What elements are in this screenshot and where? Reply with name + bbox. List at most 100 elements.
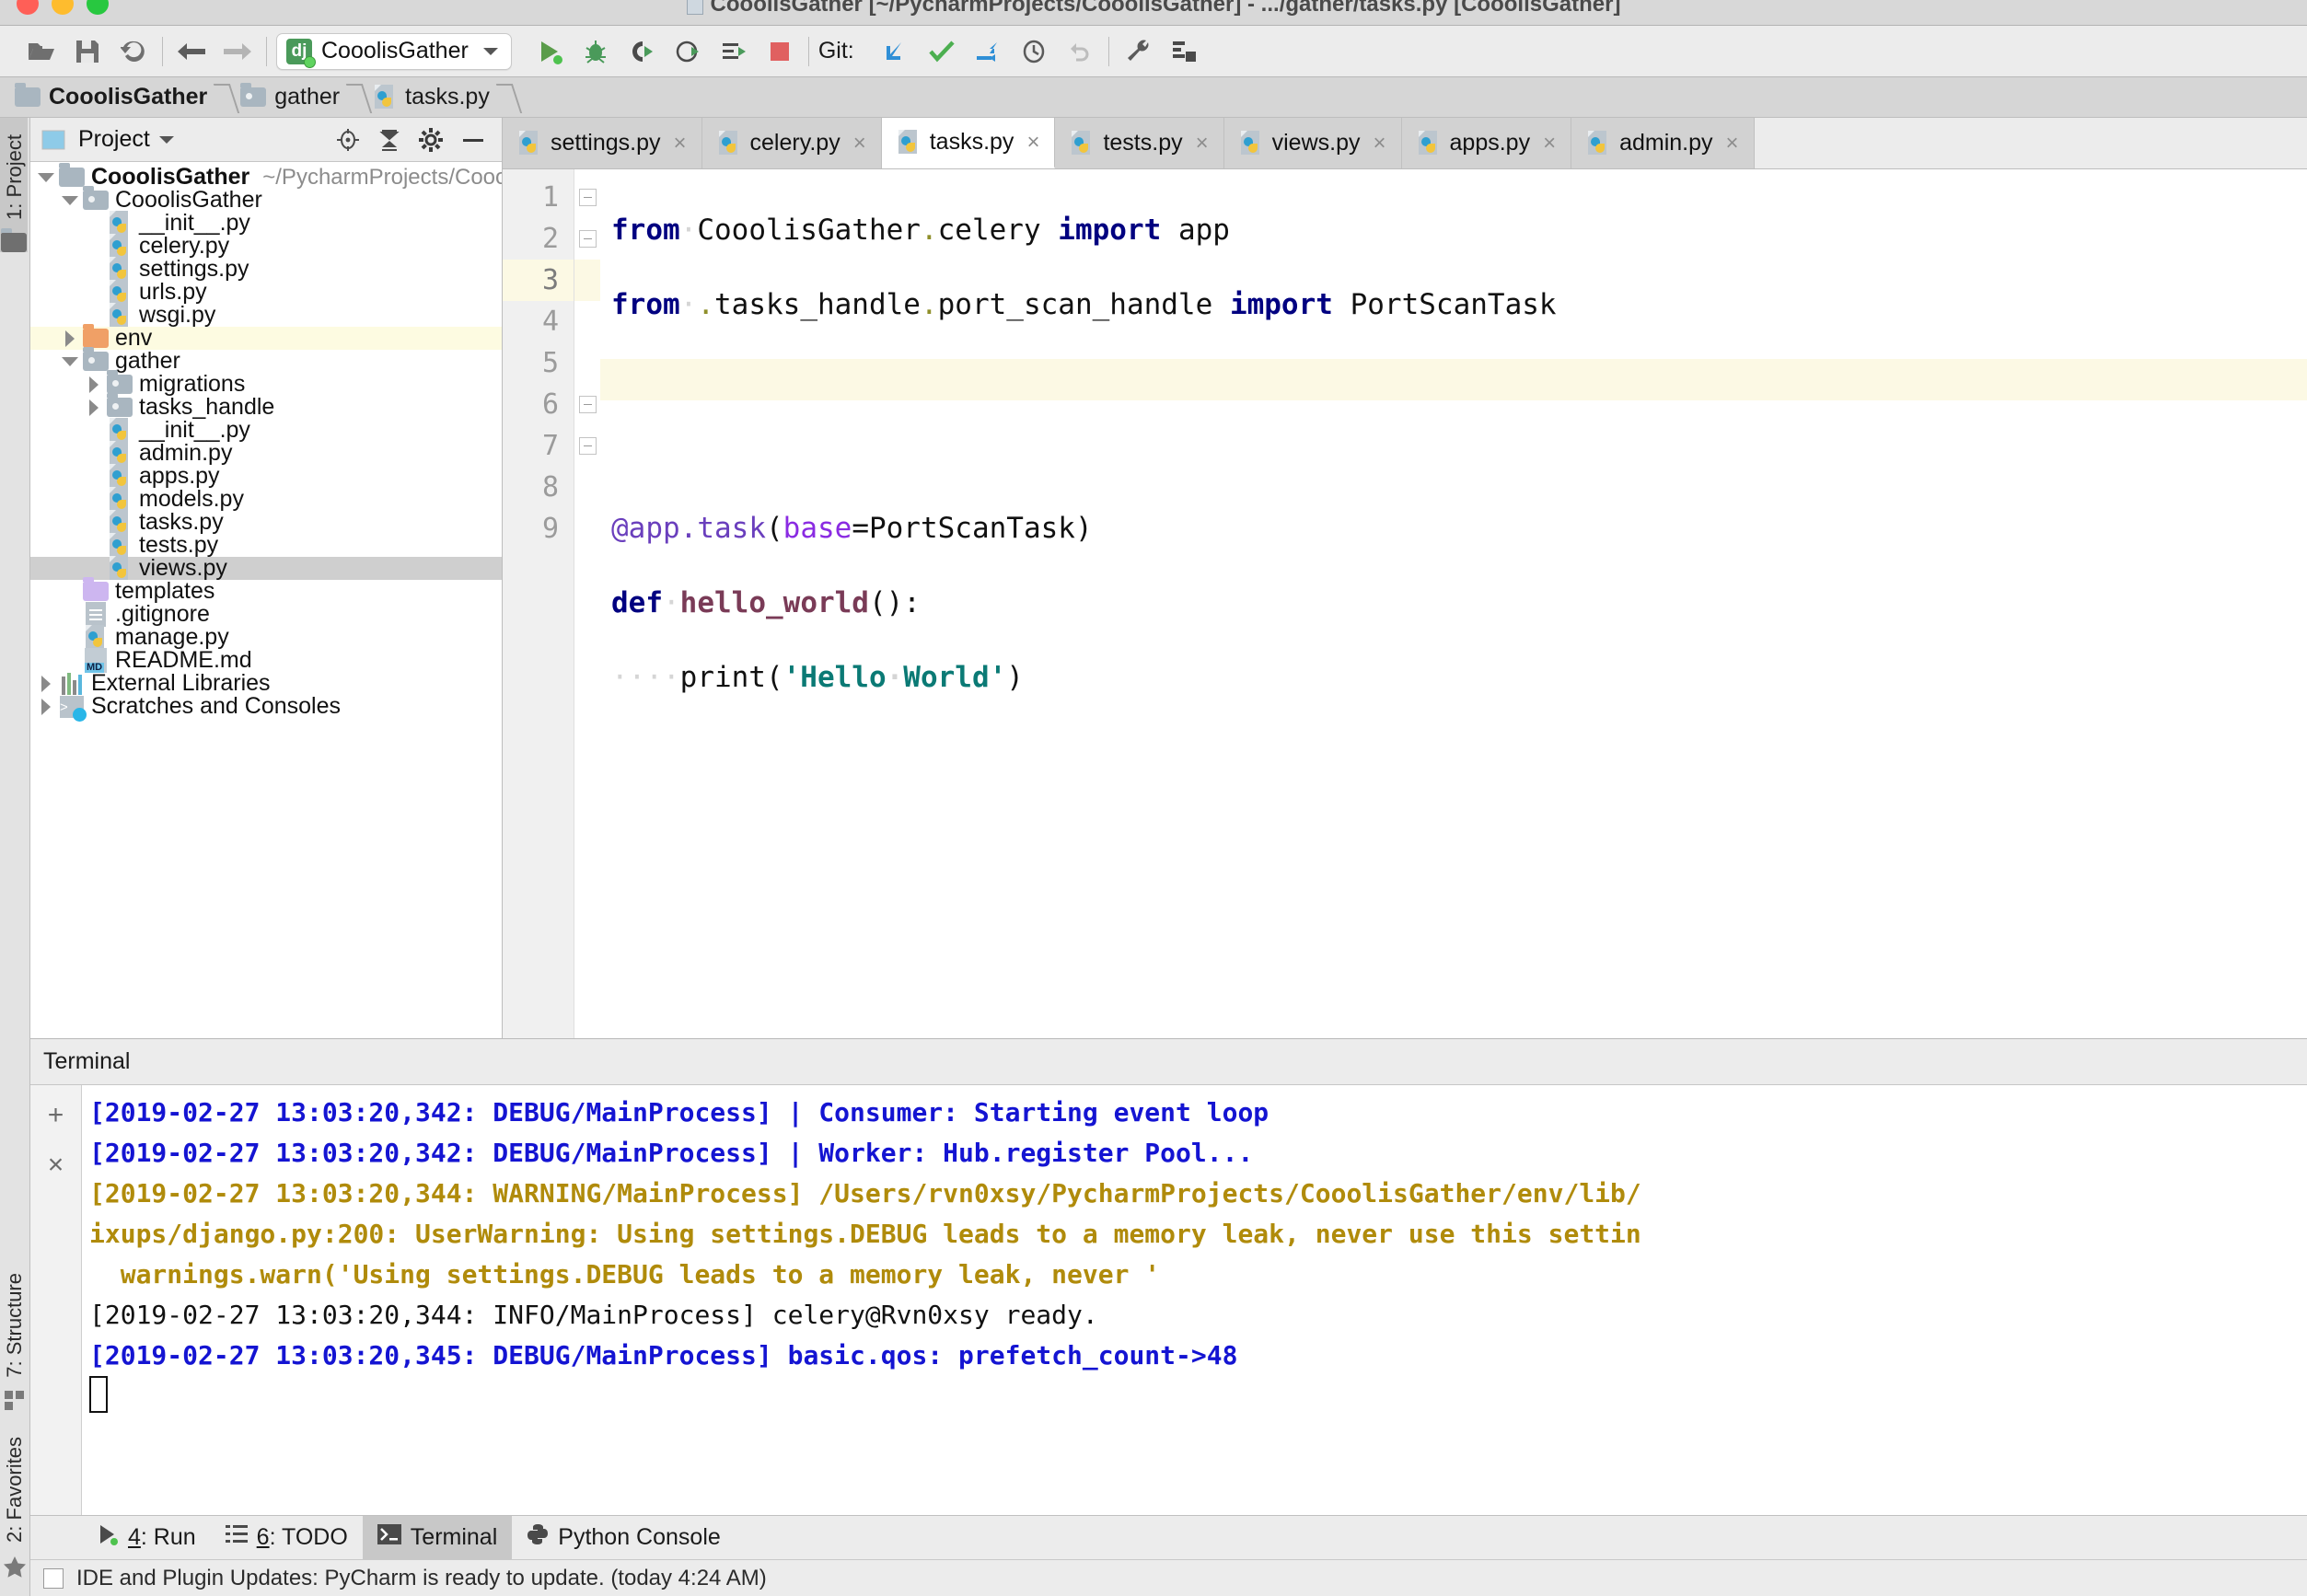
chevron-right-icon[interactable] <box>82 376 106 393</box>
new-terminal-session-button[interactable]: + <box>48 1100 64 1131</box>
tree-item--init-py[interactable]: __init__.py <box>30 417 502 442</box>
tree-item-apps-py[interactable]: apps.py <box>30 463 502 488</box>
tree-item-label: views.py <box>139 555 227 581</box>
text-file-icon <box>82 602 110 627</box>
sidebar-item-favorites[interactable]: 2: Favorites <box>0 1428 29 1552</box>
sidebar-item-project[interactable]: 1: Project <box>0 125 29 229</box>
tree-item--init-py[interactable]: __init__.py <box>30 210 502 235</box>
collapse-fold-icon[interactable] <box>578 189 597 206</box>
close-icon[interactable]: × <box>1543 131 1556 156</box>
tool-window-button-6-todo[interactable]: 6: TODO <box>211 1516 363 1560</box>
chevron-down-icon[interactable] <box>482 47 498 55</box>
terminal-title: Terminal <box>43 1048 131 1074</box>
tree-item-templates[interactable]: templates <box>30 577 502 603</box>
project-tree[interactable]: CooolisGather~/PycharmProjects/CooolisGa… <box>30 162 502 1038</box>
debug-icon[interactable] <box>580 36 611 67</box>
tree-item-urls-py[interactable]: urls.py <box>30 279 502 304</box>
collapse-fold-icon[interactable] <box>578 396 597 413</box>
settings-wrench-icon[interactable] <box>1122 36 1154 67</box>
editor-tab-celery-py[interactable]: celery.py × <box>701 118 882 168</box>
fold-marker[interactable] <box>574 384 600 425</box>
tree-item-cooolisgather[interactable]: CooolisGather ~/PycharmProjects/CooolisGa… <box>30 163 502 189</box>
breadcrumb-item-0[interactable]: CooolisGather <box>15 83 211 110</box>
open-folder-icon[interactable] <box>26 36 57 67</box>
close-icon[interactable]: × <box>1196 131 1209 156</box>
close-icon[interactable]: × <box>1726 131 1739 156</box>
fold-marker[interactable] <box>574 218 600 260</box>
forward-arrow-icon[interactable] <box>222 36 253 67</box>
chevron-right-icon[interactable] <box>34 698 58 715</box>
gear-icon[interactable] <box>419 127 443 152</box>
run-with-console-icon[interactable] <box>718 36 749 67</box>
tree-item--gitignore[interactable]: .gitignore <box>30 602 502 627</box>
tree-item-cooolisgather[interactable]: CooolisGather <box>30 186 502 212</box>
tree-item-settings-py[interactable]: settings.py <box>30 256 502 281</box>
tree-item-wsgi-py[interactable]: wsgi.py <box>30 302 502 327</box>
status-checkbox-icon[interactable] <box>43 1567 64 1589</box>
breadcrumb-item-2[interactable]: tasks.py <box>373 84 493 110</box>
editor-tab-settings-py[interactable]: settings.py × <box>503 118 702 168</box>
editor-tab-tasks-py[interactable]: tasks.py × <box>881 118 1056 168</box>
profile-icon[interactable] <box>672 36 703 67</box>
collapse-fold-icon[interactable] <box>578 230 597 248</box>
save-all-icon[interactable] <box>72 36 103 67</box>
hide-panel-icon[interactable] <box>461 128 485 152</box>
tool-window-button-terminal[interactable]: Terminal <box>362 1515 513 1560</box>
tree-item-tasks-py[interactable]: tasks.py <box>30 509 502 534</box>
rollback-icon[interactable] <box>1064 36 1096 67</box>
push-icon[interactable] <box>972 36 1003 67</box>
run-coverage-icon[interactable] <box>626 36 657 67</box>
close-icon[interactable]: × <box>1374 131 1386 156</box>
chevron-right-icon[interactable] <box>58 330 82 347</box>
tree-item-tasks-handle[interactable]: tasks_handle <box>30 393 502 419</box>
close-icon[interactable]: × <box>674 131 687 156</box>
run-configuration-selector[interactable]: dj CooolisGather <box>276 32 512 70</box>
run-icon[interactable] <box>534 36 565 67</box>
fold-marker[interactable] <box>574 177 600 218</box>
tree-item-manage-py[interactable]: manage.py <box>30 624 502 649</box>
sync-icon[interactable] <box>118 36 149 67</box>
tree-item-readme-md[interactable]: MD README.md <box>30 648 502 673</box>
sidebar-item-structure[interactable]: 7: Structure <box>0 1264 29 1387</box>
close-icon[interactable]: × <box>853 131 866 156</box>
chevron-down-icon[interactable] <box>58 356 82 366</box>
editor-tab-admin-py[interactable]: admin.py × <box>1571 118 1755 168</box>
collapse-all-icon[interactable] <box>378 128 400 152</box>
terminal-output[interactable]: [2019-02-27 13:03:20,342: DEBUG/MainProc… <box>82 1085 2307 1515</box>
tree-item-external-libraries[interactable]: External Libraries <box>30 672 502 695</box>
breadcrumb-item-1[interactable]: gather <box>240 83 343 110</box>
tree-item-admin-py[interactable]: admin.py <box>30 440 502 465</box>
update-project-icon[interactable] <box>880 36 911 67</box>
commit-icon[interactable] <box>926 36 957 67</box>
tool-window-button-python-console[interactable]: Python Console <box>512 1516 736 1560</box>
tree-item-env[interactable]: env <box>30 324 502 350</box>
history-icon[interactable] <box>1018 36 1049 67</box>
fold-marker[interactable] <box>574 425 600 467</box>
chevron-right-icon[interactable] <box>34 675 58 692</box>
editor-tab-views-py[interactable]: views.py × <box>1223 118 1402 168</box>
chevron-down-icon[interactable] <box>34 172 58 182</box>
editor-tab-apps-py[interactable]: apps.py × <box>1401 118 1572 168</box>
chevron-right-icon[interactable] <box>82 399 106 416</box>
tool-window-button-4-run[interactable]: 4: Run <box>82 1516 211 1560</box>
tree-item-gather[interactable]: gather <box>30 347 502 373</box>
close-terminal-session-button[interactable]: × <box>48 1150 64 1181</box>
locate-icon[interactable] <box>336 128 360 152</box>
tree-item-models-py[interactable]: models.py <box>30 486 502 511</box>
tree-item-views-py[interactable]: views.py <box>30 555 502 581</box>
tree-item-tests-py[interactable]: tests.py <box>30 532 502 557</box>
collapse-fold-icon[interactable] <box>578 437 597 455</box>
close-icon[interactable]: × <box>1026 130 1039 156</box>
code-text-area[interactable]: from·CooolisGather.celery import app fro… <box>600 169 2307 1038</box>
code-folding-gutter[interactable] <box>574 169 600 1038</box>
back-arrow-icon[interactable] <box>176 36 207 67</box>
stop-icon[interactable] <box>764 36 795 67</box>
editor-tab-tests-py[interactable]: tests.py × <box>1055 118 1224 168</box>
tree-item-migrations[interactable]: migrations <box>30 370 502 396</box>
tree-item-scratches-and-consoles[interactable]: > Scratches and Consoles <box>30 695 502 722</box>
structure-save-icon[interactable] <box>1168 36 1200 67</box>
chevron-down-icon[interactable] <box>58 195 82 205</box>
code-editor[interactable]: 1 2 3 4 5 6 7 8 9 from·CooolisGather.celery impo… <box>503 169 2307 1038</box>
chevron-down-icon[interactable] <box>158 135 174 144</box>
tree-item-celery-py[interactable]: celery.py <box>30 233 502 258</box>
